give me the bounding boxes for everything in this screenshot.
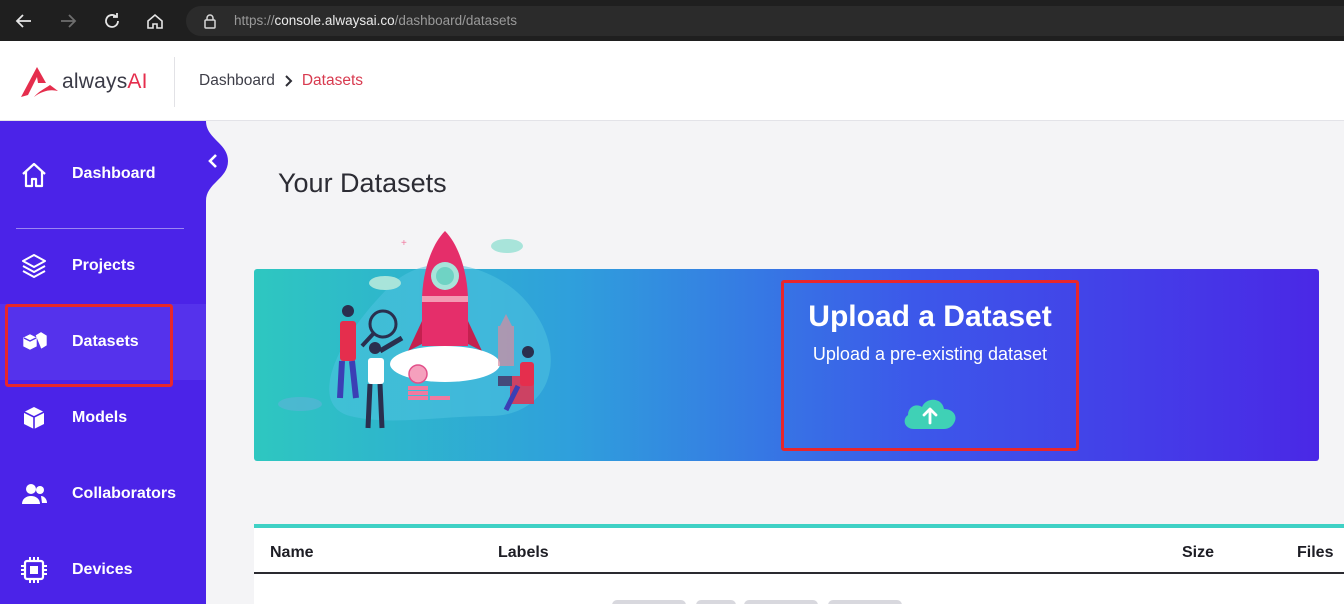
lock-icon[interactable]	[203, 13, 217, 34]
label-chip	[828, 600, 902, 604]
sidebar-item-devices[interactable]: Devices	[0, 532, 206, 604]
forward-arrow-icon[interactable]	[55, 8, 81, 34]
column-header-files[interactable]: Files	[1297, 544, 1333, 562]
header-divider	[174, 57, 175, 107]
back-arrow-icon[interactable]	[11, 8, 37, 34]
url-path: /dashboard/datasets	[394, 13, 517, 28]
alwaysai-logo[interactable]: alwaysAI	[20, 65, 148, 99]
breadcrumb-datasets: Datasets	[301, 72, 363, 89]
column-header-name[interactable]: Name	[270, 544, 314, 562]
datasets-table: Name Labels Size Files	[254, 524, 1344, 604]
svg-text:+: +	[401, 238, 407, 249]
sidebar-item-label: Projects	[72, 257, 136, 274]
url-prefix: https://	[234, 13, 275, 28]
breadcrumb-dashboard[interactable]: Dashboard	[199, 72, 275, 90]
cube-icon	[20, 404, 48, 432]
address-bar[interactable]: https://console.alwaysai.co/dashboard/da…	[186, 6, 1344, 36]
people-icon	[20, 480, 48, 508]
alwaysai-logo-mark-icon	[21, 67, 58, 97]
app-header: alwaysAI Dashboard Datasets	[0, 41, 1344, 121]
logo-ai: AI	[127, 70, 148, 93]
home-outline-icon	[20, 161, 48, 189]
label-chip	[696, 600, 736, 604]
chevron-right-icon	[285, 75, 293, 87]
sidebar-item-projects[interactable]: Projects	[0, 228, 206, 304]
chip-icon	[20, 556, 48, 584]
column-header-labels[interactable]: Labels	[498, 544, 549, 562]
sidebar-item-dashboard[interactable]: Dashboard	[0, 136, 206, 212]
table-header-divider	[254, 572, 1344, 574]
url-host: console.alwaysai.co	[274, 13, 395, 28]
sidebar-item-models[interactable]: Models	[0, 380, 206, 456]
sidebar-collapse-button[interactable]	[196, 121, 228, 201]
column-header-size[interactable]: Size	[1182, 544, 1214, 562]
page-title: Your Datasets	[278, 168, 447, 198]
sidebar-item-label: Devices	[72, 561, 133, 578]
rocket-illustration: +	[278, 231, 551, 429]
label-chip	[612, 600, 686, 604]
sidebar-item-label: Dashboard	[72, 165, 156, 182]
reload-icon[interactable]	[99, 8, 125, 34]
sidebar-item-label: Collaborators	[72, 485, 177, 502]
logo-always: always	[62, 70, 128, 93]
sidebar-item-label: Models	[72, 409, 128, 426]
breadcrumb: Dashboard Datasets	[199, 72, 363, 90]
browser-toolbar: https://console.alwaysai.co/dashboard/da…	[0, 0, 1344, 41]
layers-icon	[20, 252, 48, 280]
highlight-upload-dataset	[781, 280, 1079, 451]
url-text[interactable]: https://console.alwaysai.co/dashboard/da…	[234, 13, 517, 28]
highlight-datasets	[5, 304, 173, 387]
label-chip	[744, 600, 818, 604]
logo-text: alwaysAI	[62, 70, 148, 94]
home-icon[interactable]	[142, 8, 168, 34]
sidebar-item-collaborators[interactable]: Collaborators	[0, 456, 206, 532]
